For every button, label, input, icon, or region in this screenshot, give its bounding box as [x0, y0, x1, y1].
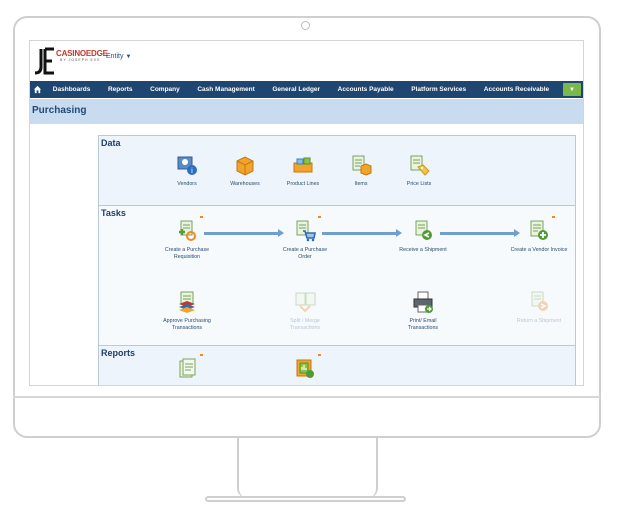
section-data-label: Data [101, 138, 121, 148]
purchasing-workcenter: Data Tasks Reports i Vendors Warehouses … [98, 135, 577, 385]
caret-down-icon: ▼ [125, 54, 132, 60]
task-create-purchase-order[interactable]: Create a Purchase Order [265, 216, 345, 261]
task-label-line1: Receive a Shipment [399, 247, 447, 253]
printer-icon [412, 291, 434, 313]
camera-icon [301, 21, 310, 30]
tile-label: Vendors [177, 181, 197, 187]
monitor-base [205, 496, 406, 502]
nav-accounts-payable[interactable]: Accounts Payable [329, 86, 403, 93]
monitor-chin [13, 396, 601, 398]
task-receive-shipment[interactable]: Receive a Shipment [383, 220, 463, 254]
split-merge-icon [294, 291, 316, 313]
section-reports-label: Reports [101, 348, 136, 358]
task-label-line2: Requisition [173, 254, 201, 260]
task-label-line2: Transactions [171, 325, 203, 331]
task-approve-purchasing[interactable]: Approve Purchasing Transactions [147, 291, 227, 332]
nav-platform-services[interactable]: Platform Services [402, 86, 475, 93]
receive-shipment-icon [412, 220, 434, 242]
task-label-line1: Create a Purchase [282, 247, 328, 253]
brand-name: CASINOEDGE [56, 49, 108, 58]
vendor-invoice-icon [528, 216, 555, 242]
report-document-icon [176, 354, 203, 380]
entity-label: Entity [106, 53, 124, 60]
tile-label: Price Lists [406, 181, 432, 187]
page-header: Purchasing [30, 99, 583, 124]
chevron-down-icon: ▼ [568, 86, 575, 93]
task-label-line1: Create a Purchase [164, 247, 210, 253]
nav-cash-management[interactable]: Cash Management [189, 86, 264, 93]
new-indicator [318, 354, 321, 356]
approve-stack-icon [176, 291, 198, 313]
requisition-icon [176, 216, 203, 242]
main-nav: Dashboards Reports Company Cash Manageme… [30, 81, 583, 98]
task-label-line2: Transactions [407, 325, 439, 331]
new-indicator [200, 354, 203, 356]
task-split-merge: Split / Merge Transactions [265, 291, 345, 332]
new-indicator [318, 216, 321, 218]
task-label-line2: Transactions [289, 325, 321, 331]
nav-more-button[interactable]: ▼ [562, 83, 581, 96]
monitor-stand-right [368, 438, 378, 498]
brand-subtitle: BY JOSEPH EVE [60, 58, 101, 62]
tile-label: Product Lines [286, 181, 320, 187]
nav-general-ledger[interactable]: General Ledger [264, 86, 329, 93]
nav-dashboards[interactable]: Dashboards [44, 86, 99, 93]
top-bar: CASINOEDGE BY JOSEPH EVE Entity ▼ [30, 41, 583, 79]
entity-dropdown[interactable]: Entity ▼ [106, 53, 131, 60]
report-tile-1[interactable] [147, 354, 227, 385]
task-label-line1: Approve Purchasing [163, 318, 211, 324]
monitor-stand-left [237, 438, 247, 498]
app-screen: CASINOEDGE BY JOSEPH EVE Entity ▼ Dashbo… [29, 40, 584, 386]
return-shipment-icon [528, 291, 550, 313]
task-label-line1: Create a Vendor Invoice [510, 247, 568, 253]
company-logo [34, 47, 54, 75]
page-title: Purchasing [32, 105, 87, 116]
home-icon[interactable] [30, 81, 44, 98]
tile-label: Warehouses [230, 181, 260, 187]
section-divider [99, 205, 575, 206]
purchase-order-cart-icon [294, 216, 321, 242]
new-indicator [552, 216, 555, 218]
items-icon [350, 154, 372, 176]
section-tasks-label: Tasks [101, 208, 126, 218]
task-create-vendor-invoice[interactable]: Create a Vendor Invoice [501, 216, 577, 254]
report-tile-2[interactable] [265, 354, 345, 385]
warehouse-box-icon [234, 154, 256, 176]
price-lists-icon [408, 154, 430, 176]
task-return-shipment: Return a Shipment [501, 291, 577, 325]
nav-accounts-receivable[interactable]: Accounts Receivable [475, 86, 558, 93]
new-indicator [200, 216, 203, 218]
report-analysis-icon [294, 354, 321, 380]
task-label-line2: Order [298, 254, 312, 260]
section-divider [99, 345, 575, 346]
tile-label: Items [354, 181, 368, 187]
task-print-email[interactable]: Print/ Email Transactions [383, 291, 463, 332]
task-create-purchase-requisition[interactable]: Create a Purchase Requisition [147, 216, 227, 261]
data-tile-price-lists[interactable]: Price Lists [379, 154, 459, 188]
task-label-line1: Split / Merge [290, 318, 320, 324]
vendors-icon: i [176, 154, 198, 176]
task-label-line1: Return a Shipment [516, 318, 562, 324]
task-label-line1: Print/ Email [409, 318, 437, 324]
nav-company[interactable]: Company [141, 86, 188, 93]
product-lines-icon [292, 154, 314, 176]
nav-reports[interactable]: Reports [99, 86, 141, 93]
svg-text:i: i [191, 167, 193, 175]
